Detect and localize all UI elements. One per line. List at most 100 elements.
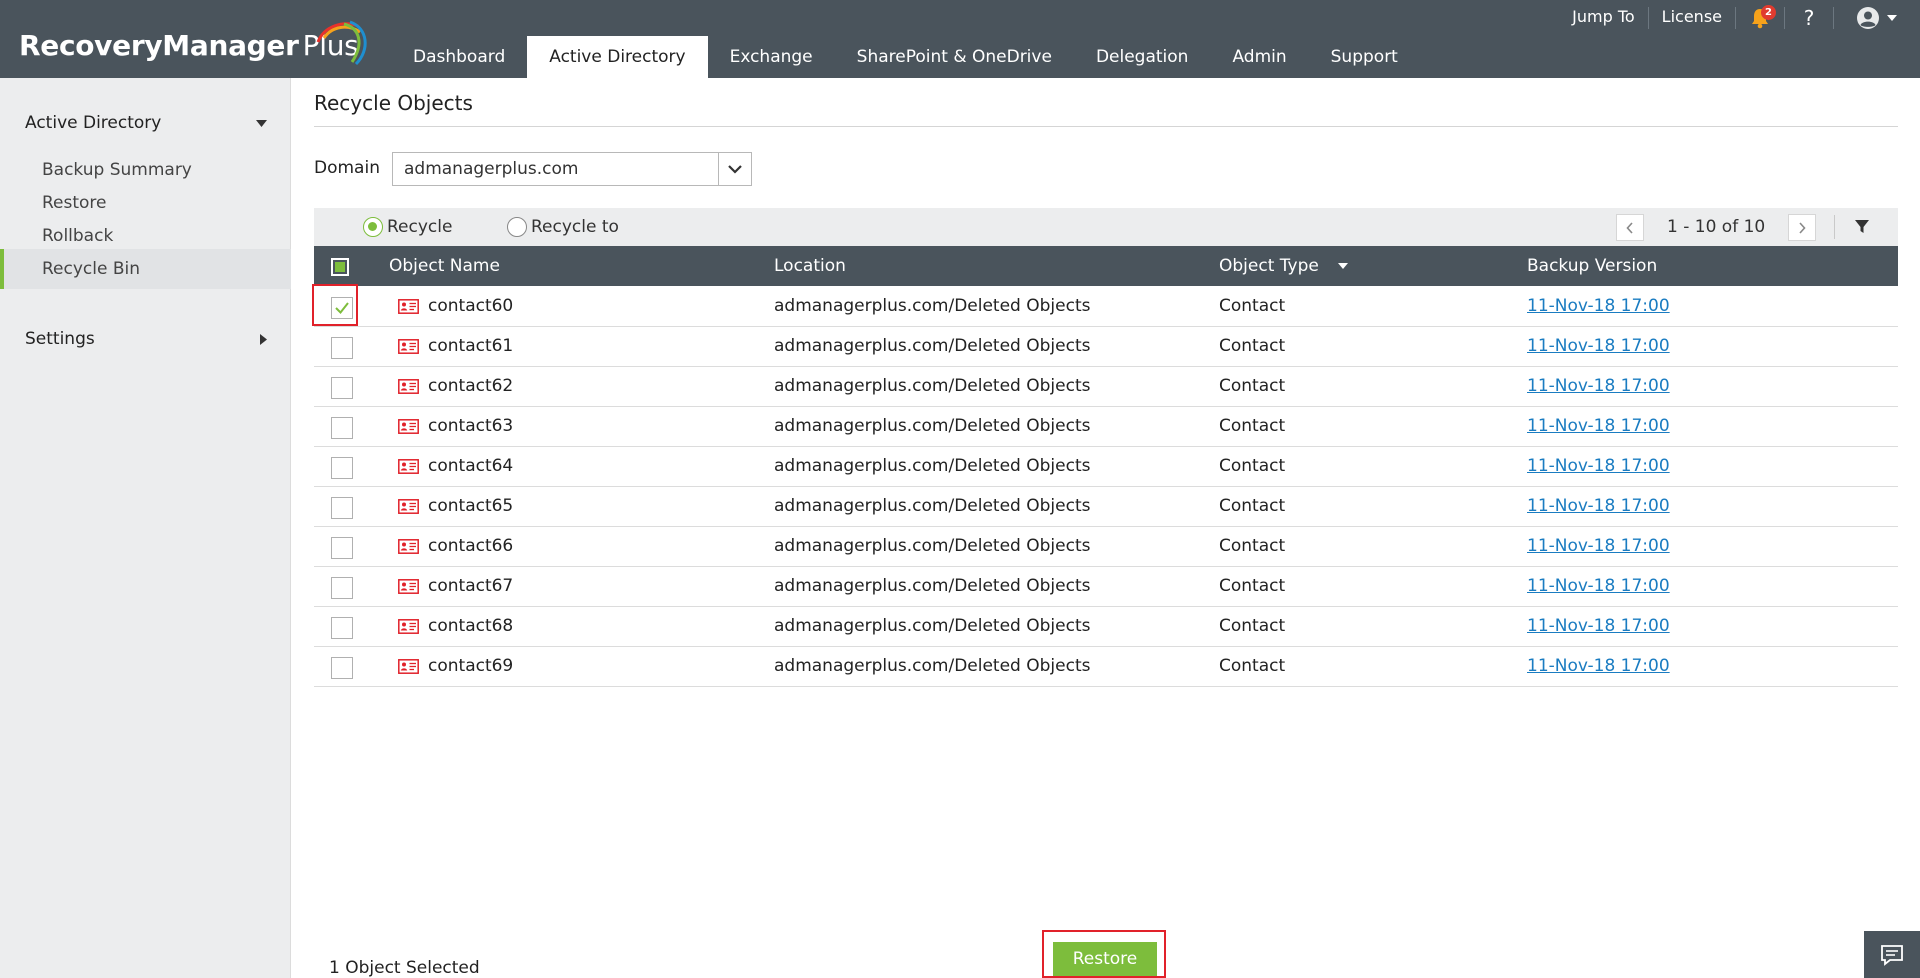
dropdown-toggle[interactable] [718, 153, 751, 185]
backup-version-link[interactable]: 11-Nov-18 17:00 [1527, 367, 1670, 406]
row-checkbox[interactable] [331, 657, 353, 679]
column-header-object-type[interactable]: Object Type [1219, 246, 1349, 286]
notification-count-badge: 2 [1761, 5, 1776, 20]
object-name-cell: contact63 [428, 416, 514, 436]
divider [1834, 215, 1835, 239]
table-row[interactable]: contact64 admanagerplus.com/Deleted Objec… [314, 447, 1898, 487]
nav-tab-dashboard[interactable]: Dashboard [391, 36, 527, 78]
object-name-cell: contact66 [428, 536, 514, 556]
location-cell: admanagerplus.com/Deleted Objects [774, 336, 1091, 356]
contact-card-icon [398, 419, 419, 434]
location-cell: admanagerplus.com/Deleted Objects [774, 496, 1091, 516]
restore-button[interactable]: Restore [1053, 942, 1157, 976]
contact-card-icon [398, 539, 419, 554]
nav-tab-active-directory[interactable]: Active Directory [527, 36, 708, 78]
contact-card-icon [398, 579, 419, 594]
nav-tab-support[interactable]: Support [1309, 36, 1420, 78]
column-header-location[interactable]: Location [774, 246, 846, 286]
row-checkbox[interactable] [331, 337, 353, 359]
object-name-cell: contact64 [428, 456, 514, 476]
user-menu-button[interactable] [1834, 0, 1920, 36]
location-cell: admanagerplus.com/Deleted Objects [774, 456, 1091, 476]
top-right-links: Jump To License 2 ? [1559, 0, 1920, 36]
nav-tab-sharepoint-onedrive[interactable]: SharePoint & OneDrive [835, 36, 1074, 78]
row-checkbox[interactable] [331, 457, 353, 479]
table-row[interactable]: contact68 admanagerplus.com/Deleted Objec… [314, 607, 1898, 647]
nav-tab-exchange[interactable]: Exchange [708, 36, 835, 78]
nav-tab-admin[interactable]: Admin [1210, 36, 1308, 78]
column-header-label: Object Type [1219, 256, 1319, 276]
contact-icon-wrap [398, 459, 419, 479]
object-type-cell: Contact [1219, 336, 1286, 356]
help-button[interactable]: ? [1785, 0, 1833, 36]
backup-version-link[interactable]: 11-Nov-18 17:00 [1527, 607, 1670, 646]
table-row[interactable]: contact69 admanagerplus.com/Deleted Objec… [314, 647, 1898, 687]
sort-desc-icon [1338, 263, 1349, 269]
row-checkbox[interactable] [331, 297, 353, 319]
row-checkbox[interactable] [331, 617, 353, 639]
radio-label: Recycle [387, 217, 453, 237]
object-name-cell: contact62 [428, 376, 514, 396]
logo-text-main: RecoveryManager [19, 29, 299, 62]
top-header: RecoveryManager Plus Dashboard Active Dire… [0, 0, 1920, 78]
object-name-cell: contact61 [428, 336, 514, 356]
chevron-down-icon [1887, 15, 1897, 21]
table-row[interactable]: contact66 admanagerplus.com/Deleted Objec… [314, 527, 1898, 567]
column-header-backup-version[interactable]: Backup Version [1527, 246, 1657, 286]
domain-select[interactable]: admanagerplus.com [392, 152, 752, 186]
backup-version-link[interactable]: 11-Nov-18 17:00 [1527, 487, 1670, 526]
sidebar-group-settings[interactable]: Settings [0, 314, 291, 364]
column-header-object-name[interactable]: Object Name [389, 246, 500, 286]
backup-version-link[interactable]: 11-Nov-18 17:00 [1527, 527, 1670, 566]
nav-tab-delegation[interactable]: Delegation [1074, 36, 1211, 78]
license-link[interactable]: License [1649, 0, 1735, 36]
caret-down-icon [256, 98, 267, 148]
backup-version-link[interactable]: 11-Nov-18 17:00 [1527, 447, 1670, 486]
filter-button[interactable] [1851, 216, 1873, 238]
object-type-cell: Contact [1219, 456, 1286, 476]
table-row[interactable]: contact67 admanagerplus.com/Deleted Objec… [314, 567, 1898, 607]
chat-icon [1881, 944, 1903, 966]
backup-version-link[interactable]: 11-Nov-18 17:00 [1527, 647, 1670, 686]
table-row[interactable]: contact63 admanagerplus.com/Deleted Objec… [314, 407, 1898, 447]
radio-recycle[interactable]: Recycle [363, 208, 452, 246]
app-logo[interactable]: RecoveryManager Plus [19, 20, 367, 66]
chevron-right-icon [1799, 221, 1806, 234]
contact-card-icon [398, 659, 419, 674]
select-all-checkbox[interactable] [331, 258, 349, 276]
jump-to-link[interactable]: Jump To [1559, 0, 1648, 36]
table-row[interactable]: contact65 admanagerplus.com/Deleted Objec… [314, 487, 1898, 527]
notifications-button[interactable]: 2 [1736, 0, 1784, 36]
row-checkbox[interactable] [331, 537, 353, 559]
object-name-cell: contact67 [428, 576, 514, 596]
sidebar-item-recycle-bin[interactable]: Recycle Bin [0, 249, 291, 289]
object-name-cell: contact60 [428, 296, 514, 316]
next-page-button[interactable] [1788, 214, 1816, 241]
prev-page-button[interactable] [1616, 214, 1644, 241]
table-row[interactable]: contact60 admanagerplus.com/Deleted Objec… [312, 284, 1898, 327]
row-checkbox[interactable] [331, 497, 353, 519]
object-type-cell: Contact [1219, 376, 1286, 396]
user-avatar-icon [1857, 7, 1879, 29]
row-checkbox[interactable] [331, 577, 353, 599]
sidebar-group-label: Settings [25, 329, 95, 349]
object-name-cell: contact68 [428, 616, 514, 636]
domain-select-value: admanagerplus.com [404, 159, 579, 179]
backup-version-link[interactable]: 11-Nov-18 17:00 [1527, 327, 1670, 366]
chat-button[interactable] [1864, 931, 1920, 978]
table-row[interactable]: contact62 admanagerplus.com/Deleted Objec… [314, 367, 1898, 407]
location-cell: admanagerplus.com/Deleted Objects [774, 576, 1091, 596]
table-row[interactable]: contact61 admanagerplus.com/Deleted Objec… [314, 327, 1898, 367]
backup-version-link[interactable]: 11-Nov-18 17:00 [1527, 287, 1670, 326]
backup-version-link[interactable]: 11-Nov-18 17:00 [1527, 567, 1670, 606]
sidebar-group-active-directory[interactable]: Active Directory [0, 98, 291, 148]
object-type-cell: Contact [1219, 496, 1286, 516]
row-checkbox[interactable] [331, 377, 353, 399]
location-cell: admanagerplus.com/Deleted Objects [774, 656, 1091, 676]
object-type-cell: Contact [1219, 416, 1286, 436]
contact-card-icon [398, 619, 419, 634]
row-checkbox[interactable] [331, 417, 353, 439]
location-cell: admanagerplus.com/Deleted Objects [774, 416, 1091, 436]
backup-version-link[interactable]: 11-Nov-18 17:00 [1527, 407, 1670, 446]
radio-recycle-to[interactable]: Recycle to [507, 208, 619, 246]
